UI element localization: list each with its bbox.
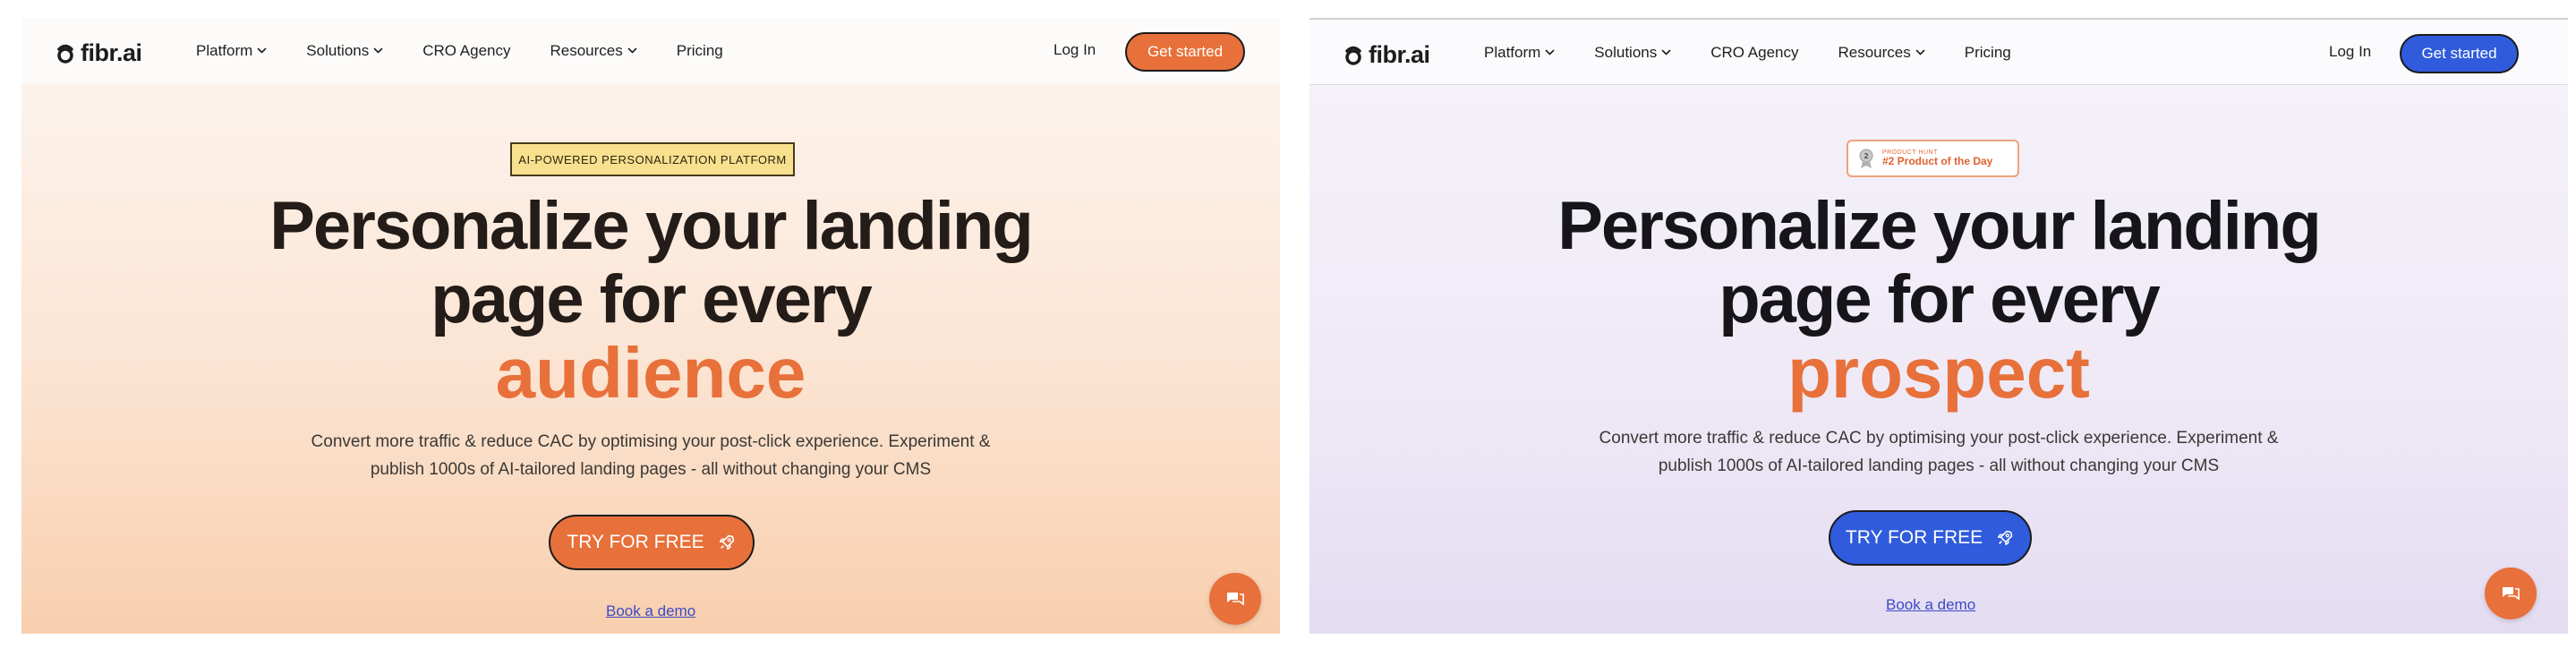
logo-mark-icon	[57, 44, 73, 64]
chat-icon	[1227, 593, 1244, 606]
chevron-down-icon	[1915, 49, 1925, 55]
logo[interactable]: fibr.ai	[55, 39, 142, 67]
menu-label: Resources	[1838, 43, 1911, 61]
headline-line-2: page for every	[431, 261, 873, 337]
hero-subtext: Convert more traffic & reduce CAC by opt…	[1309, 424, 2568, 480]
headline-line-2: page for every	[1719, 261, 2161, 337]
rocket-icon	[719, 534, 734, 550]
menu-solutions[interactable]: Solutions	[306, 42, 383, 60]
badge-title: #2 Product of the Day	[1882, 155, 1993, 168]
rocket-icon	[1998, 530, 2013, 546]
login-link[interactable]: Log In	[2329, 43, 2371, 61]
menu-resources[interactable]: Resources	[1838, 44, 1925, 62]
brand-name: fibr.ai	[81, 39, 142, 66]
chevron-down-icon	[373, 47, 383, 54]
book-demo-link[interactable]: Book a demo	[1886, 596, 1975, 614]
menu-platform[interactable]: Platform	[1484, 44, 1555, 62]
try-for-free-button[interactable]: TRY FOR FREE	[549, 515, 755, 570]
menu-solutions[interactable]: Solutions	[1594, 44, 1671, 62]
main-menu: Platform Solutions CRO Agency Resources …	[196, 18, 763, 83]
right-landing-page: fibr.ai Platform Solutions CRO Agency Re…	[1309, 18, 2568, 634]
subtext-line-1: Convert more traffic & reduce CAC by opt…	[311, 432, 991, 451]
top-nav: fibr.ai Platform Solutions CRO Agency Re…	[1309, 20, 2568, 85]
menu-label: Resources	[550, 41, 623, 59]
logo[interactable]: fibr.ai	[1343, 41, 1430, 69]
menu-label: Platform	[1484, 43, 1541, 61]
svg-text:2: 2	[1864, 152, 1869, 160]
get-started-button[interactable]: Get started	[2400, 34, 2519, 73]
subtext-line-2: publish 1000s of AI-tailored landing pag…	[1658, 456, 2220, 475]
left-landing-page: fibr.ai Platform Solutions CRO Agency Re…	[21, 18, 1280, 634]
subtext-line-2: publish 1000s of AI-tailored landing pag…	[370, 460, 932, 479]
hero-headline: Personalize your landing page for every …	[21, 190, 1280, 410]
menu-cro-agency[interactable]: CRO Agency	[1710, 44, 1798, 62]
menu-label: Platform	[196, 41, 253, 59]
menu-resources[interactable]: Resources	[550, 42, 637, 60]
menu-label: Pricing	[676, 41, 723, 59]
chat-button[interactable]	[1209, 573, 1261, 625]
login-link[interactable]: Log In	[1053, 41, 1096, 59]
menu-label: CRO Agency	[422, 41, 511, 59]
menu-cro-agency[interactable]: CRO Agency	[422, 42, 510, 60]
try-for-free-button[interactable]: TRY FOR FREE	[1829, 510, 2032, 566]
try-for-free-label: TRY FOR FREE	[1845, 527, 1983, 548]
platform-badge: AI-POWERED PERSONALIZATION PLATFORM	[510, 142, 795, 176]
headline-line-1: Personalize your landing	[1557, 188, 2322, 264]
menu-pricing[interactable]: Pricing	[677, 42, 723, 60]
badge-text: PRODUCT HUNT #2 Product of the Day	[1882, 149, 1992, 168]
hero-subtext: Convert more traffic & reduce CAC by opt…	[21, 428, 1280, 483]
chevron-down-icon	[1661, 49, 1671, 55]
logo-mark-icon	[1345, 46, 1361, 65]
headline-accent-word: audience	[495, 333, 806, 413]
chat-button[interactable]	[2485, 567, 2537, 619]
chevron-down-icon	[257, 47, 267, 54]
brand-name: fibr.ai	[1369, 41, 1430, 68]
subtext-line-1: Convert more traffic & reduce CAC by opt…	[1599, 429, 2279, 448]
medal-icon: 2	[1859, 149, 1873, 168]
menu-pricing[interactable]: Pricing	[1965, 44, 2011, 62]
headline-accent-word: prospect	[1787, 333, 2090, 413]
menu-label: Pricing	[1964, 43, 2011, 61]
get-started-button[interactable]: Get started	[1125, 32, 1245, 72]
book-demo-link[interactable]: Book a demo	[606, 602, 695, 620]
chat-icon	[2503, 587, 2520, 601]
chevron-down-icon	[627, 47, 637, 54]
menu-label: Solutions	[1594, 43, 1658, 61]
main-menu: Platform Solutions CRO Agency Resources …	[1484, 20, 2051, 85]
menu-label: Solutions	[306, 41, 370, 59]
try-for-free-label: TRY FOR FREE	[567, 532, 704, 552]
product-hunt-badge[interactable]: 2 PRODUCT HUNT #2 Product of the Day	[1847, 140, 2019, 177]
menu-label: CRO Agency	[1710, 43, 1799, 61]
hero-headline: Personalize your landing page for every …	[1309, 190, 2568, 410]
menu-platform[interactable]: Platform	[196, 42, 267, 60]
chevron-down-icon	[1545, 49, 1555, 55]
headline-line-1: Personalize your landing	[269, 188, 1034, 264]
top-nav: fibr.ai Platform Solutions CRO Agency Re…	[21, 18, 1280, 83]
